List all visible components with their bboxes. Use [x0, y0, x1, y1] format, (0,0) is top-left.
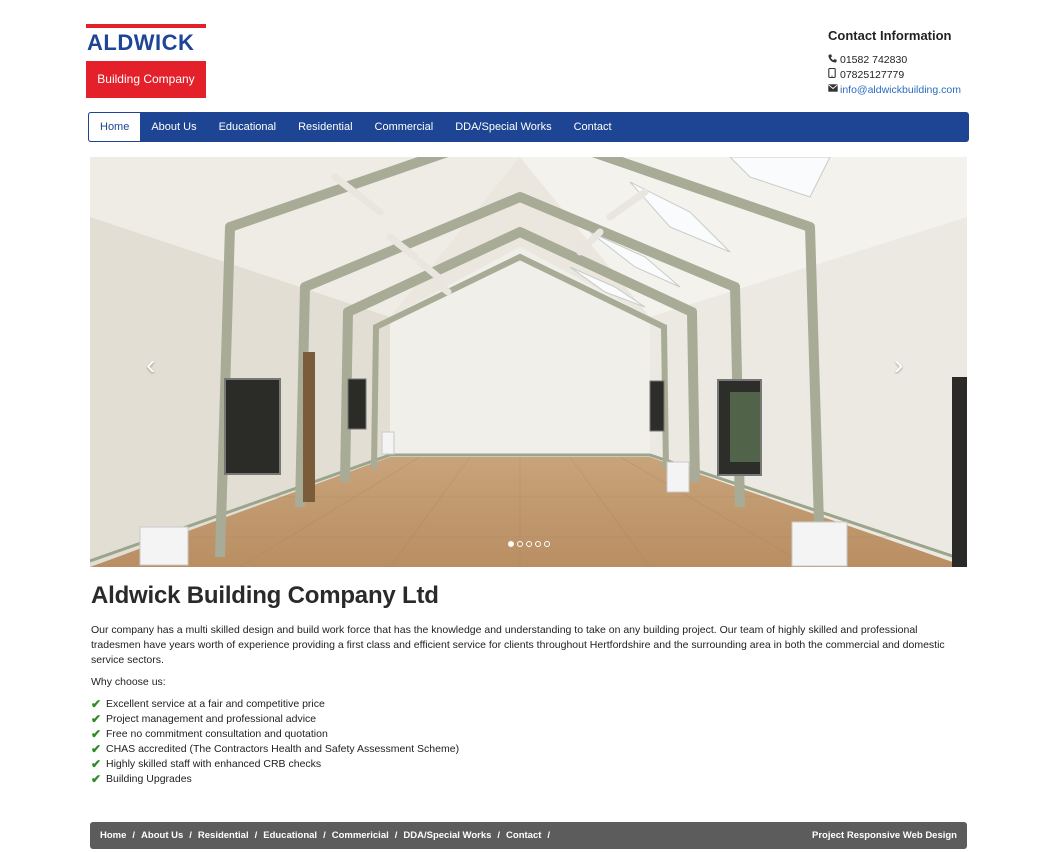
- page-title: Aldwick Building Company Ltd: [91, 582, 439, 609]
- reason-text: Free no commitment consultation and quot…: [106, 728, 328, 740]
- nav-item-residential[interactable]: Residential: [287, 112, 363, 142]
- phone-icon: [828, 53, 840, 66]
- reason-text: Excellent service at a fair and competit…: [106, 698, 325, 710]
- footer-separator: /: [254, 830, 258, 841]
- check-icon: ✔: [91, 742, 102, 756]
- intro-paragraph: Our company has a multi skilled design a…: [91, 624, 945, 666]
- check-icon: ✔: [91, 757, 102, 771]
- hero-carousel: ‹ ›: [90, 157, 967, 567]
- logo-wordmark: ALDWICK: [87, 30, 195, 55]
- check-icon: ✔: [91, 727, 102, 741]
- company-logo[interactable]: ALDWICK Building Company: [86, 24, 206, 98]
- contact-mobile: 07825127779: [840, 68, 905, 81]
- carousel-dot-4[interactable]: [535, 541, 541, 547]
- carousel-indicators: [508, 541, 550, 547]
- list-item: ✔ CHAS accredited (The Contractors Health…: [91, 742, 967, 757]
- logo-top-line: [86, 24, 206, 28]
- footer-separator: /: [189, 830, 192, 841]
- logo-red-panel: Building Company: [86, 59, 206, 98]
- list-item: ✔ Building Upgrades: [91, 772, 967, 787]
- main-content: Aldwick Building Company Ltd Our company…: [91, 582, 967, 787]
- carousel-dot-3[interactable]: [526, 541, 532, 547]
- contact-mobile-row: 07825127779: [828, 67, 1028, 82]
- check-icon: ✔: [91, 712, 102, 726]
- footer-links: Home / About Us / Residential / Educational…: [100, 830, 556, 841]
- footer-link-dda-special-works[interactable]: DDA/Special Works: [403, 830, 491, 841]
- contact-information: Contact Information 01582 742830 0782512…: [828, 28, 1028, 97]
- reason-text: CHAS accredited (The Contractors Health …: [106, 743, 460, 755]
- footer-link-home[interactable]: Home: [100, 830, 126, 841]
- carousel-dot-5[interactable]: [544, 541, 550, 547]
- footer-separator: /: [132, 830, 136, 841]
- footer-link-educational[interactable]: Educational: [263, 830, 317, 841]
- carousel-dot-2[interactable]: [517, 541, 523, 547]
- footer-bar: Home / About Us / Residential / Educational…: [90, 822, 967, 849]
- footer-separator: /: [394, 830, 398, 841]
- footer-separator: /: [547, 830, 551, 841]
- contact-email-row: info@aldwickbuilding.com: [828, 82, 1028, 97]
- list-item: ✔ Highly skilled staff with enhanced CRB …: [91, 757, 967, 772]
- nav-item-home[interactable]: Home: [88, 112, 141, 142]
- reason-text: Building Upgrades: [106, 773, 192, 785]
- list-item: ✔ Excellent service at a fair and competi…: [91, 697, 967, 712]
- carousel-dot-1[interactable]: [508, 541, 514, 547]
- mobile-icon: [828, 67, 840, 81]
- carousel-prev-arrow[interactable]: ‹: [146, 349, 155, 381]
- footer-link-about-us[interactable]: About Us: [141, 830, 183, 841]
- footer-separator: /: [323, 830, 326, 841]
- contact-phone: 01582 742830: [840, 53, 908, 66]
- footer-link-commercial[interactable]: Commericial: [332, 830, 389, 841]
- contact-title: Contact Information: [828, 28, 952, 43]
- contact-email-link[interactable]: info@aldwickbuilding.com: [840, 84, 961, 96]
- nav-item-educational[interactable]: Educational: [208, 112, 288, 142]
- nav-item-about-us[interactable]: About Us: [140, 112, 207, 142]
- list-item: ✔ Project management and professional adv…: [91, 712, 967, 727]
- nav-item-contact[interactable]: Contact: [563, 112, 623, 142]
- check-icon: ✔: [91, 697, 102, 711]
- why-choose-us-label: Why choose us:: [91, 676, 166, 688]
- list-item: ✔ Free no commitment consultation and quo…: [91, 727, 967, 742]
- nav-item-commercial[interactable]: Commercial: [364, 112, 445, 142]
- envelope-icon: [828, 84, 840, 95]
- footer-link-residential[interactable]: Residential: [198, 830, 249, 841]
- footer-link-contact[interactable]: Contact: [506, 830, 541, 841]
- check-icon: ✔: [91, 772, 102, 786]
- footer-credit-link[interactable]: Project Responsive Web Design: [812, 830, 957, 841]
- reasons-list: ✔ Excellent service at a fair and competi…: [91, 697, 967, 787]
- hero-slide-image: [90, 157, 967, 567]
- contact-phone-row: 01582 742830: [828, 52, 1028, 67]
- main-navigation: Home About Us Educational Residential Co…: [88, 112, 969, 142]
- logo-tagline: Building Company: [97, 72, 195, 86]
- nav-item-dda-special-works[interactable]: DDA/Special Works: [444, 112, 562, 142]
- reason-text: Project management and professional advi…: [106, 713, 317, 725]
- footer-separator: /: [497, 830, 501, 841]
- reason-text: Highly skilled staff with enhanced CRB c…: [106, 758, 322, 770]
- carousel-next-arrow[interactable]: ›: [894, 349, 903, 381]
